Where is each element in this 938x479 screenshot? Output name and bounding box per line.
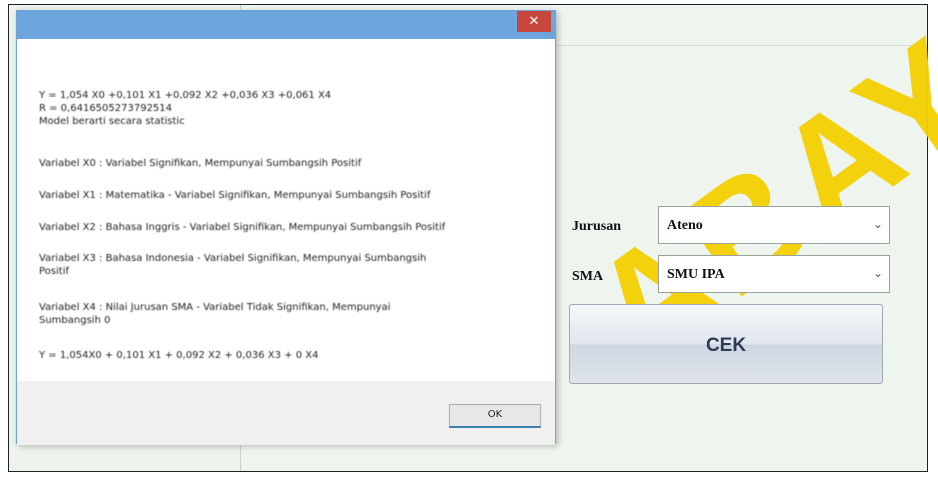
variable-x3-text: Variabel X3 : Bahasa Indonesia - Variabe… [39,253,427,277]
jurusan-selected-value: Ateno [667,218,703,233]
variable-x2-text: Variabel X2 : Bahasa Inggris - Variabel … [39,222,446,233]
variable-x1-text: Variabel X1 : Matematika - Variabel Sign… [39,190,431,201]
final-equation-text: Y = 1,054X0 + 0,101 X1 + 0,092 X2 + 0,03… [39,350,319,361]
jurusan-select[interactable]: Ateno ⌄ [658,206,890,244]
ok-button[interactable]: OK [449,404,541,428]
message-dialog: ✕ Y = 1,054 X0 +0,101 X1 +0,092 X2 +0,03… [16,10,556,445]
cek-button-label: CEK [705,335,747,356]
sma-select[interactable]: SMU IPA ⌄ [658,255,890,293]
dialog-titlebar[interactable]: ✕ [17,11,555,39]
cek-button[interactable]: CEK [569,304,883,384]
chevron-down-icon: ⌄ [872,266,883,280]
chevron-down-icon: ⌄ [872,217,883,231]
variable-x0-text: Variabel X0 : Variabel Signifikan, Mempu… [39,158,362,169]
sma-label: SMA [572,269,604,284]
close-icon[interactable]: ✕ [517,11,551,32]
variable-x4-text: Variabel X4 : Nilai Jurusan SMA - Variab… [39,302,391,326]
dialog-message-area: Y = 1,054 X0 +0,101 X1 +0,092 X2 +0,036 … [26,39,548,381]
jurusan-label: Jurusan [572,219,622,234]
sma-selected-value: SMU IPA [667,267,725,282]
regression-summary: Y = 1,054 X0 +0,101 X1 +0,092 X2 +0,036 … [39,90,332,127]
